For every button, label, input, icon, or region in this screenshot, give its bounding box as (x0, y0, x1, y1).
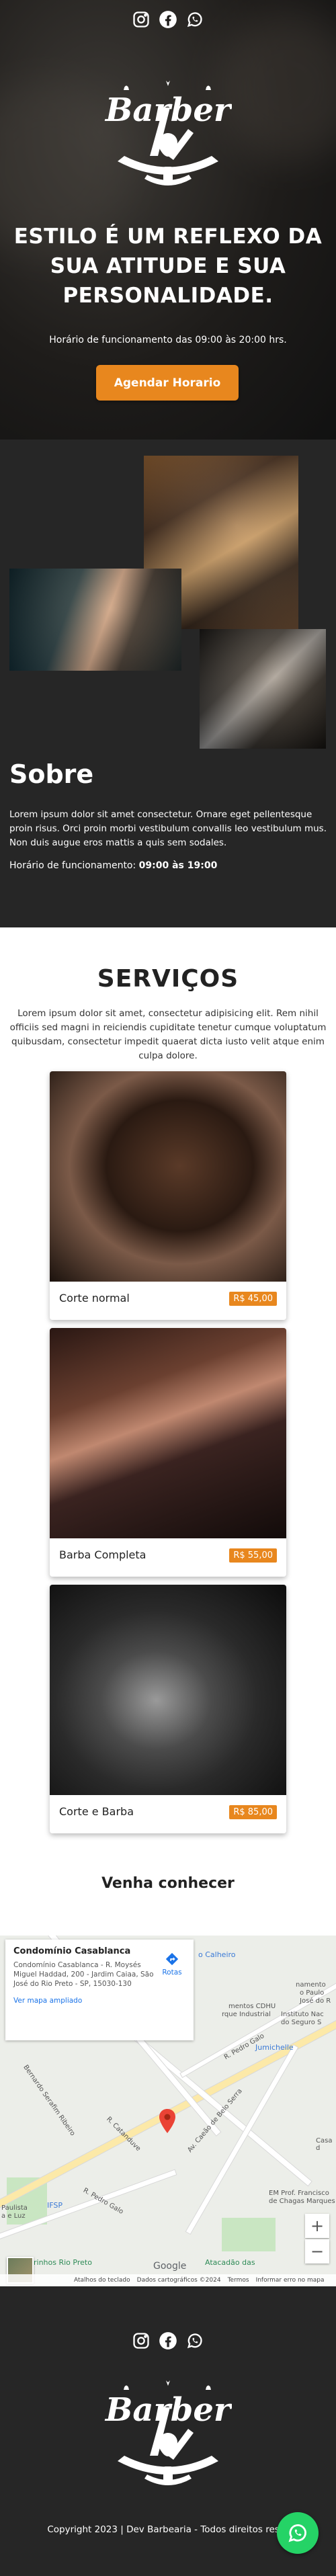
map-footer: Atalhos do teclado Dados cartográficos ©… (0, 2274, 336, 2286)
footer: Barber Copyright 2023 | Dev Barbearia - … (0, 2286, 336, 2576)
about-hours-value: 09:00 às 19:00 (138, 860, 218, 871)
report-error-link[interactable]: Informar erro no mapa (256, 2277, 325, 2284)
map-label: Bernardo Serafim Ribeiro (22, 2063, 77, 2138)
services-section: SERVIÇOS Lorem ipsum dolor sit amet, con… (0, 927, 336, 1855)
service-image (50, 1585, 286, 1795)
directions-label: Rotas (162, 1968, 182, 1977)
svg-text:Barber: Barber (104, 91, 232, 129)
map-label: Paulista (1, 2204, 28, 2212)
service-card[interactable]: Barba Completa R$ 55,00 (50, 1328, 286, 1577)
map-label: o Calheiro (198, 1950, 236, 1959)
whatsapp-float-button[interactable] (277, 2512, 319, 2554)
location-title: Venha conhecer (101, 1875, 235, 1892)
map-data-text: Dados cartográficos ©2024 (136, 2277, 221, 2284)
service-image (50, 1071, 286, 1282)
map-label: mentos CDHU (228, 2003, 276, 2010)
svg-text:Barber: Barber (104, 2391, 232, 2429)
barber-logo: Barber (104, 81, 233, 195)
service-card[interactable]: Corte normal R$ 45,00 (50, 1071, 286, 1320)
social-links (0, 9, 336, 30)
schedule-button[interactable]: Agendar Horario (96, 365, 239, 401)
footer-barber-logo: Barber (104, 2380, 233, 2495)
service-price: R$ 85,00 (229, 1805, 277, 1819)
zoom-out-button[interactable]: − (305, 2239, 329, 2263)
barber-photo (200, 629, 326, 749)
map-pin-icon[interactable] (159, 2109, 176, 2133)
service-price: R$ 45,00 (229, 1292, 277, 1306)
map-label: rque Industrial (222, 2011, 271, 2018)
larger-map-link[interactable]: Ver mapa ampliado (13, 1997, 185, 2005)
footer-social-links (0, 2331, 336, 2351)
map-label: Jumichelle (255, 2043, 294, 2052)
whatsapp-icon[interactable] (185, 9, 205, 30)
page: Barber ESTILO É UM REFLEXO DA SUA ATITUD… (0, 0, 336, 2576)
directions-button[interactable]: Rotas (159, 1952, 185, 1977)
service-card[interactable]: Corte e Barba R$ 85,00 (50, 1585, 286, 1833)
map-label: a e Luz (1, 2212, 26, 2220)
about-text: Lorem ipsum dolor sit amet consectetur. … (9, 809, 327, 848)
about-title: Sobre (9, 759, 94, 789)
hero-hours: Horário de funcionamento das 09:00 às 20… (49, 335, 287, 345)
map-label: Atacadão das (205, 2258, 255, 2267)
map-label: Instituto Nac (281, 2011, 324, 2018)
map-label: namento (296, 1981, 326, 1989)
instagram-icon[interactable] (131, 2331, 151, 2351)
service-name: Barba Completa (59, 1548, 146, 1561)
map-label: rinhos Rio Preto (34, 2258, 92, 2267)
services-text: Lorem ipsum dolor sit amet, consectetur … (9, 1008, 327, 1061)
google-logo: Google (153, 2261, 187, 2272)
map-label: o Paulo (300, 1989, 325, 1997)
map-label: do Seguro S (281, 2019, 322, 2026)
service-image (50, 1328, 286, 1538)
service-name: Corte e Barba (59, 1805, 134, 1818)
map-address: Condomínio Casablanca - R. Moysés Miguel… (13, 1961, 154, 1988)
facebook-icon[interactable] (158, 9, 178, 30)
barber-photo (9, 569, 181, 671)
services-title: SERVIÇOS (97, 965, 239, 993)
keyboard-shortcuts-link[interactable]: Atalhos do teclado (74, 2277, 130, 2284)
service-price: R$ 55,00 (229, 1548, 277, 1563)
whatsapp-icon[interactable] (185, 2331, 205, 2351)
terms-link[interactable]: Termos (228, 2277, 249, 2284)
map-label: de Chagas Marques (269, 2198, 335, 2205)
service-name: Corte normal (59, 1292, 130, 1304)
whatsapp-icon (288, 2524, 306, 2542)
map-label: José do R (300, 1997, 331, 2005)
directions-icon (165, 1952, 179, 1966)
zoom-in-button[interactable]: + (305, 2214, 329, 2238)
about-hours: Horário de funcionamento: 09:00 às 19:00 (9, 860, 217, 871)
map-info-card: Condomínio Casablanca Condomínio Casabla… (5, 1940, 194, 2040)
map-label: IFSP (47, 2201, 62, 2210)
map-label: Casa d (316, 2137, 333, 2152)
about-hours-label: Horário de funcionamento: (9, 860, 136, 871)
hero-title: ESTILO É UM REFLEXO DA SUA ATITUDE E SUA… (13, 224, 323, 308)
about-section: Sobre Lorem ipsum dolor sit amet consect… (0, 440, 336, 927)
hero-section: Barber ESTILO É UM REFLEXO DA SUA ATITUD… (0, 0, 336, 440)
instagram-icon[interactable] (131, 9, 151, 30)
facebook-icon[interactable] (158, 2331, 178, 2351)
map-label: EM Prof. Francisco (269, 2190, 329, 2197)
map-embed[interactable]: o Calheiro namento o Paulo José do R men… (0, 1936, 336, 2286)
